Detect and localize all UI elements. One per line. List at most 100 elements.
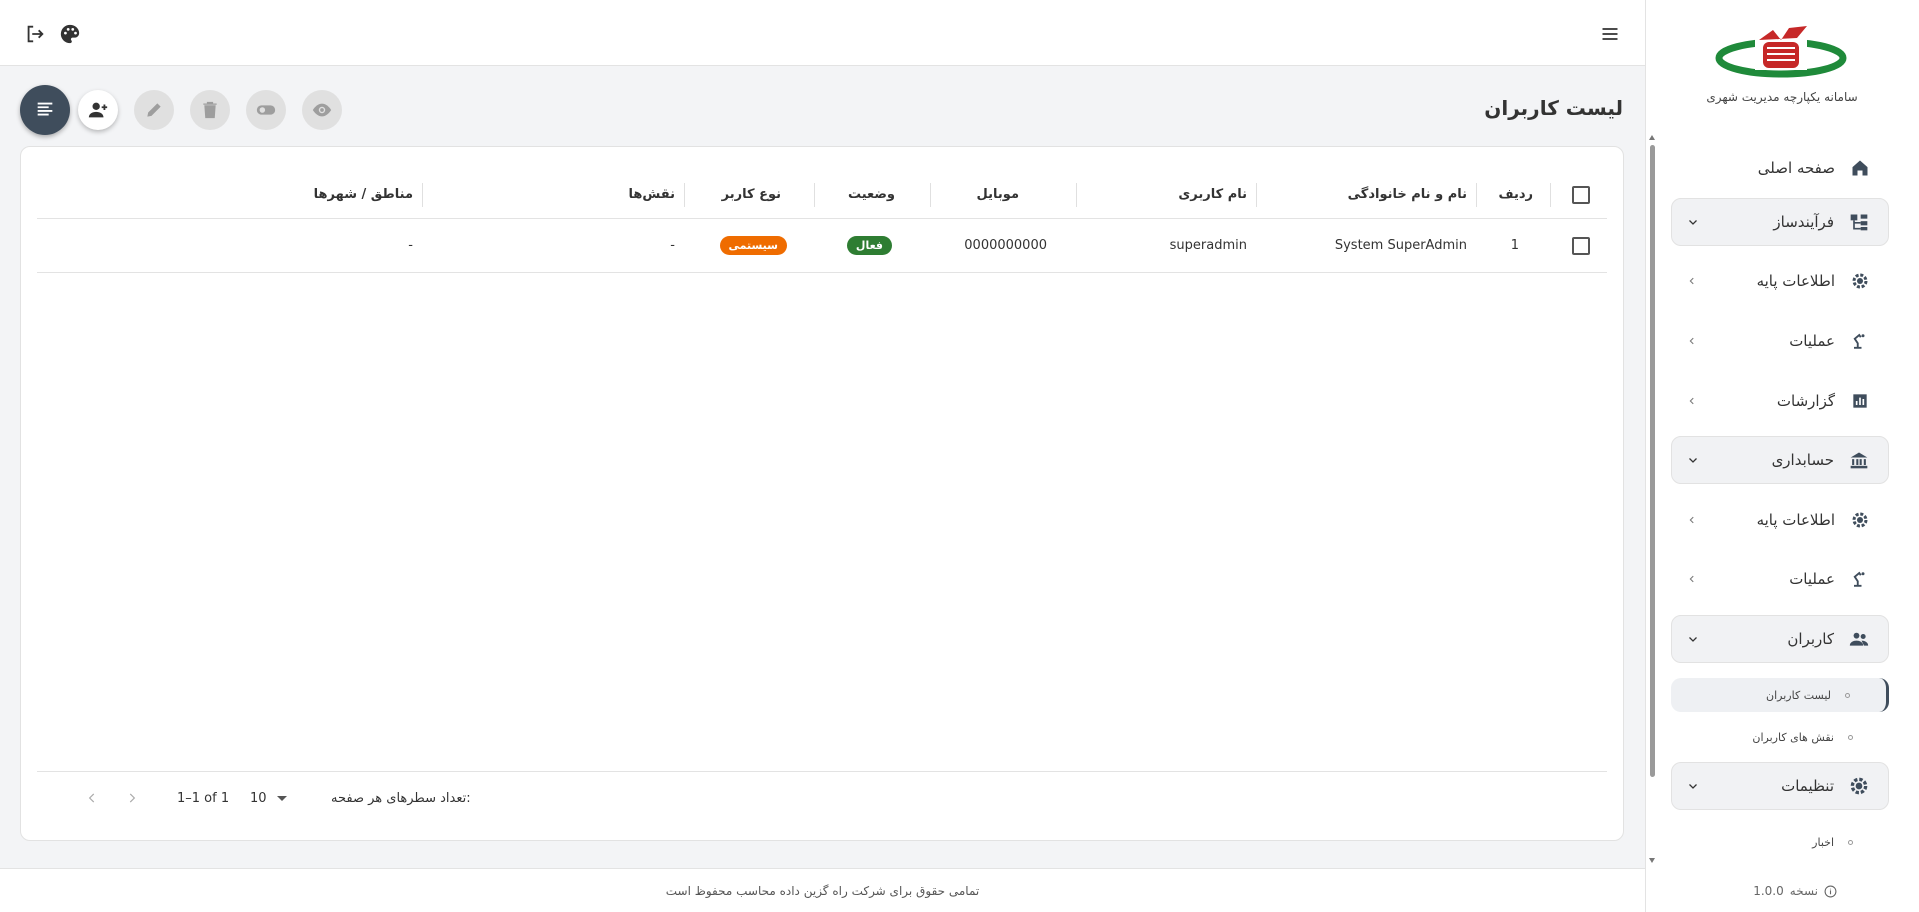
- sidebar-item-process-operations[interactable]: عملیات: [1671, 317, 1889, 365]
- version-label: نسخه: [1789, 884, 1818, 898]
- rows-per-page-value: 10: [250, 790, 267, 806]
- sidebar-item-label: اطلاعات پایه: [1756, 272, 1835, 290]
- menu-toggle-button[interactable]: [1597, 21, 1623, 47]
- gear-icon: [1849, 509, 1871, 531]
- theme-button[interactable]: [57, 21, 83, 47]
- rows-per-page-select[interactable]: 10: [250, 772, 287, 824]
- app-logo: [1715, 26, 1847, 78]
- bullet-icon: [1848, 734, 1853, 740]
- status-badge: فعال: [846, 236, 892, 255]
- col-mobile[interactable]: موبایل: [977, 171, 1019, 218]
- robot-arm-icon: [1849, 568, 1871, 590]
- sidebar-item-label: عملیات: [1789, 570, 1835, 588]
- sidebar-item-home[interactable]: صفحه اصلی: [1671, 144, 1889, 192]
- sidebar-item-users-list[interactable]: لیست کاربران: [1671, 678, 1889, 712]
- copyright-footer: تمامی حقوق برای شرکت راه گزین داده محاسب…: [0, 868, 1645, 912]
- logout-icon: [27, 25, 44, 43]
- sidebar-item-process-base-info[interactable]: اطلاعات پایه: [1671, 257, 1889, 305]
- add-user-button[interactable]: [78, 90, 118, 130]
- sidebar-item-news[interactable]: اخبار: [1671, 825, 1889, 859]
- chevron-down-icon: [1686, 779, 1700, 793]
- cell-mobile: 0000000000: [964, 238, 1047, 253]
- pencil-icon: [147, 103, 161, 117]
- select-all-checkbox[interactable]: [1572, 171, 1590, 218]
- col-roles[interactable]: نقش‌ها: [628, 171, 675, 218]
- sidebar-item-process-reports[interactable]: گزارشات: [1671, 377, 1889, 425]
- sidebar-item-accounting-operations[interactable]: عملیات: [1671, 555, 1889, 603]
- edit-button[interactable]: [134, 90, 174, 130]
- bullet-icon: [1845, 692, 1850, 698]
- chevron-left-icon: [1685, 572, 1699, 586]
- version-info: نسخه 1.0.0: [1753, 884, 1837, 898]
- users-table-card: ردیف نام و نام خانوادگی نام کاربری موبای…: [20, 146, 1624, 841]
- cell-user-type: سیستمی: [719, 219, 787, 272]
- top-header: [0, 0, 1645, 66]
- trash-icon: [203, 101, 217, 119]
- col-index[interactable]: ردیف: [1498, 171, 1533, 218]
- row-checkbox[interactable]: [1572, 219, 1590, 272]
- col-username[interactable]: نام کاربری: [1178, 171, 1247, 218]
- toggle-icon: [256, 105, 276, 115]
- sidebar-item-label: صفحه اصلی: [1757, 159, 1835, 177]
- checkbox[interactable]: [1572, 185, 1590, 204]
- col-full-name[interactable]: نام و نام خانوادگی: [1348, 171, 1467, 218]
- add-user-icon: [88, 102, 108, 118]
- sidebar-item-label: اطلاعات پایه: [1756, 511, 1835, 529]
- chevron-left-icon: [1685, 334, 1699, 348]
- palette-icon: [60, 24, 80, 44]
- gear-icon: [1848, 775, 1870, 797]
- user-type-badge: سیستمی: [719, 236, 787, 255]
- info-icon: [1824, 885, 1837, 897]
- table-header: ردیف نام و نام خانوادگی نام کاربری موبای…: [37, 171, 1607, 219]
- people-icon: [1848, 628, 1870, 650]
- chevron-left-icon: [88, 793, 95, 803]
- sidebar: سامانه یکپارچه مدیریت شهری صفحه اصلی فرآ…: [1645, 0, 1919, 912]
- logout-button[interactable]: [22, 21, 48, 47]
- sidebar-item-label: اخبار: [1812, 835, 1834, 849]
- columns-button[interactable]: [20, 85, 70, 135]
- table-row[interactable]: 1 System SuperAdmin superadmin 000000000…: [37, 219, 1607, 273]
- cell-full-name: System SuperAdmin: [1334, 238, 1467, 253]
- sidebar-group-label: تنظیمات: [1781, 777, 1834, 795]
- chevron-left-icon: [1685, 394, 1699, 408]
- toggle-status-button[interactable]: [246, 90, 286, 130]
- bar-chart-icon: [1849, 390, 1871, 412]
- gear-icon: [1849, 270, 1871, 292]
- col-user-type[interactable]: نوع کاربر: [722, 171, 781, 218]
- checkbox[interactable]: [1572, 236, 1590, 255]
- sidebar-group-users[interactable]: کاربران: [1671, 615, 1889, 663]
- sidebar-item-user-roles[interactable]: نقش های کاربران: [1671, 720, 1889, 754]
- delete-button[interactable]: [190, 90, 230, 130]
- robot-arm-icon: [1849, 330, 1871, 352]
- view-button[interactable]: [302, 90, 342, 130]
- eye-icon: [312, 103, 332, 117]
- cell-regions: -: [408, 238, 413, 253]
- sidebar-scrollbar[interactable]: [1646, 0, 1658, 912]
- list-icon: [37, 102, 53, 116]
- bank-icon: [1848, 449, 1870, 471]
- home-icon: [1849, 157, 1871, 179]
- sidebar-item-label: گزارشات: [1776, 392, 1835, 410]
- sidebar-item-label: عملیات: [1789, 332, 1835, 350]
- cell-roles: -: [670, 238, 675, 253]
- cell-username: superadmin: [1169, 238, 1247, 253]
- chevron-right-icon: [129, 793, 136, 803]
- col-status[interactable]: وضعیت: [848, 171, 895, 218]
- sidebar-item-accounting-base-info[interactable]: اطلاعات پایه: [1671, 496, 1889, 544]
- sidebar-group-label: حسابداری: [1771, 451, 1834, 469]
- cell-index: 1: [1510, 238, 1519, 253]
- page-range: 1–1 of 1: [177, 790, 230, 806]
- chevron-down-icon: [1686, 453, 1700, 467]
- next-page-button[interactable]: [125, 772, 139, 824]
- chevron-left-icon: [1685, 274, 1699, 288]
- bullet-icon: [1848, 839, 1853, 845]
- chevron-down-icon: [1686, 632, 1700, 646]
- sidebar-item-label: لیست کاربران: [1766, 688, 1831, 702]
- sidebar-group-settings[interactable]: تنظیمات: [1671, 762, 1889, 810]
- sidebar-group-accounting[interactable]: حسابداری: [1671, 436, 1889, 484]
- col-regions[interactable]: مناطق / شهرها: [314, 171, 413, 218]
- sidebar-group-process[interactable]: فرآیندساز: [1671, 198, 1889, 246]
- process-builder-icon: [1848, 211, 1870, 233]
- caret-down-icon: [276, 795, 287, 801]
- prev-page-button[interactable]: [85, 772, 99, 824]
